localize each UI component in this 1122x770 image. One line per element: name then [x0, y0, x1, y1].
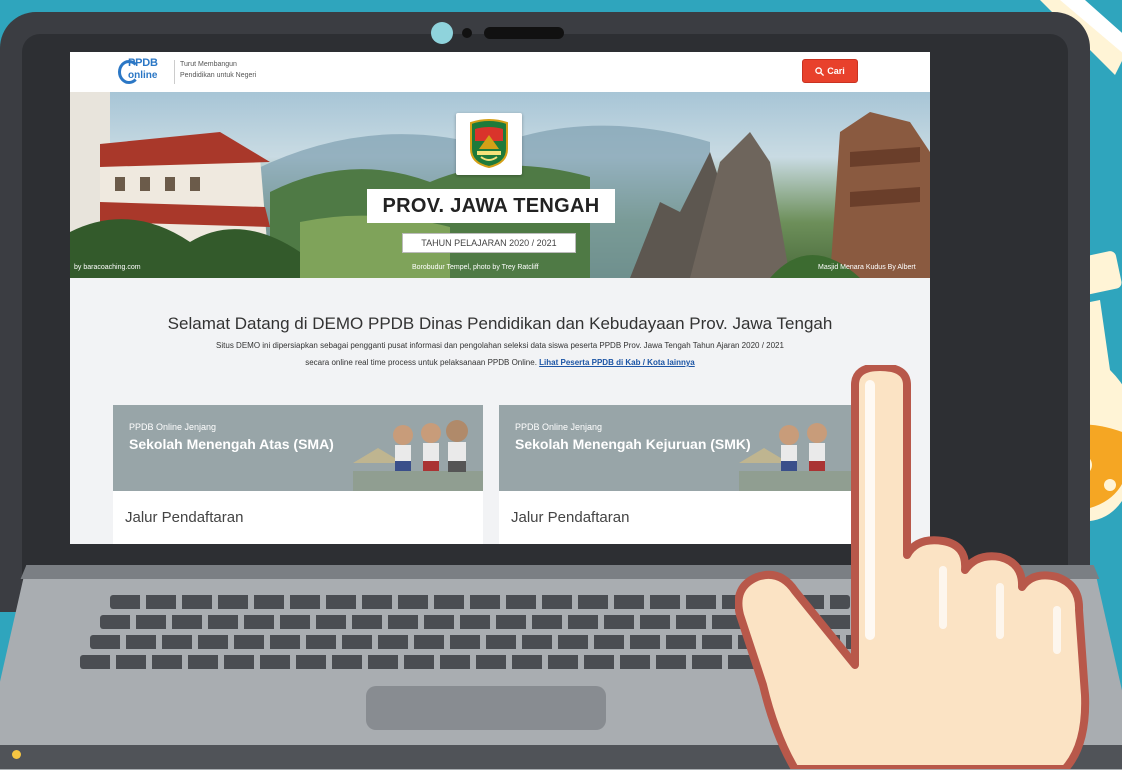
- search-icon: [815, 66, 825, 76]
- tagline-line-2: Pendidikan untuk Negeri: [180, 72, 257, 79]
- hero-banner: PROV. JAWA TENGAH TAHUN PELAJARAN 2020 /…: [70, 92, 930, 278]
- academic-year: TAHUN PELAJARAN 2020 / 2021: [421, 238, 557, 248]
- pointing-hand-icon: [735, 365, 1090, 769]
- logo-divider: [174, 60, 175, 84]
- hero-title-box: PROV. JAWA TENGAH: [367, 189, 615, 223]
- other-regions-link[interactable]: Lihat Peserta PPDB di Kab / Kota lainnya: [539, 358, 695, 367]
- photo-credit-center: Borobudur Tempel, photo by Trey Ratcliff: [412, 264, 539, 271]
- logo-subtext[interactable]: online: [128, 70, 157, 81]
- site-header: PPDB online Turut Membangun Pendidikan u…: [70, 52, 930, 93]
- sma-registration-path[interactable]: Jalur Pendaftaran: [125, 509, 243, 526]
- smk-card-kicker: PPDB Online Jenjang: [515, 422, 603, 432]
- search-button[interactable]: Cari: [802, 59, 858, 83]
- webcam-icon: [431, 22, 453, 44]
- smk-registration-path[interactable]: Jalur Pendaftaran: [511, 509, 629, 526]
- academic-year-box: TAHUN PELAJARAN 2020 / 2021: [402, 233, 576, 253]
- welcome-heading: Selamat Datang di DEMO PPDB Dinas Pendid…: [167, 314, 833, 333]
- sma-card-header[interactable]: PPDB Online Jenjang Sekolah Menengah Ata…: [113, 405, 483, 491]
- intro-description-line-1: Situs DEMO ini dipersiapkan sebagai peng…: [216, 341, 784, 350]
- sma-card-title: Sekolah Menengah Atas (SMA): [129, 436, 334, 452]
- sma-card[interactable]: PPDB Online Jenjang Sekolah Menengah Ata…: [113, 405, 483, 544]
- province-emblem-icon: [470, 119, 508, 169]
- touchpad: [366, 686, 606, 730]
- sma-card-kicker: PPDB Online Jenjang: [129, 422, 217, 432]
- search-button-label: Cari: [827, 66, 845, 76]
- intro-description-text: secara online real time process untuk pe…: [305, 358, 537, 367]
- hero-title: PROV. JAWA TENGAH: [382, 194, 600, 217]
- photo-credit-right: Masjid Menara Kudus By Albert: [818, 264, 916, 271]
- province-emblem: [456, 113, 522, 175]
- power-led-icon: [12, 750, 21, 759]
- photo-credit-left: by baracoaching.com: [74, 264, 141, 271]
- camera-sensor-icon: [462, 28, 472, 38]
- students-illustration-icon: [353, 420, 483, 491]
- smk-card-title: Sekolah Menengah Kejuruan (SMK): [515, 436, 751, 452]
- tagline-line-1: Turut Membangun: [180, 61, 237, 68]
- camera-bar: [484, 27, 564, 39]
- logo-text[interactable]: PPDB: [128, 57, 158, 69]
